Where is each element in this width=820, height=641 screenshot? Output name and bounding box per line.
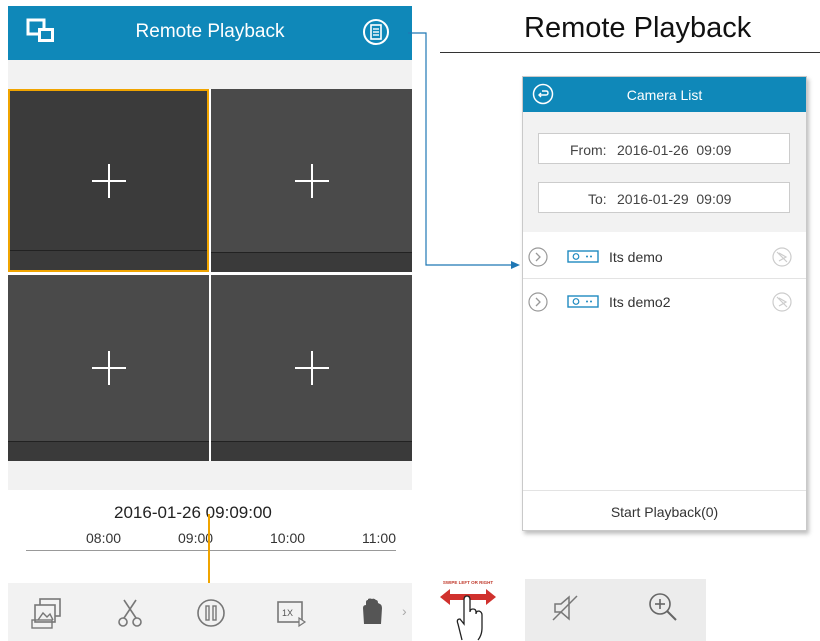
window-status-bar: [8, 441, 209, 461]
from-label: From:: [570, 142, 607, 158]
camera-list-title: Camera List: [626, 87, 703, 103]
window-status-bar: [211, 441, 412, 461]
mute-icon[interactable]: [551, 593, 579, 623]
page-title: Remote Playback: [135, 21, 285, 42]
plus-icon[interactable]: [91, 163, 126, 198]
section-title: Remote Playback: [524, 12, 752, 44]
extra-toolbar: [525, 579, 706, 641]
swipe-hand-icon: SWIPE LEFT OR RIGHT: [436, 578, 500, 641]
camera-icon: [567, 295, 599, 308]
zoom-in-icon[interactable]: [647, 591, 679, 623]
window-status-bar: [211, 252, 412, 272]
clip-icon[interactable]: [112, 596, 148, 630]
playback-toolbar: 1X ›: [8, 583, 412, 641]
from-date-field[interactable]: From: 2016-01-26 09:09: [538, 133, 790, 164]
list-icon[interactable]: [362, 18, 390, 46]
camera-list-header: Camera List: [523, 77, 806, 112]
timeline-tick: 11:00: [362, 530, 396, 546]
from-value: 2016-01-26 09:09: [617, 142, 732, 158]
plus-icon[interactable]: [294, 163, 329, 198]
timeline-current-time: 2016-01-26 09:09:00: [114, 503, 272, 522]
video-grid: [8, 89, 412, 461]
title-divider: [440, 52, 820, 53]
capture-icon[interactable]: [30, 596, 66, 630]
swipe-label: SWIPE LEFT OR RIGHT: [442, 580, 494, 585]
to-label: To:: [588, 191, 607, 207]
plus-icon[interactable]: [91, 351, 126, 385]
camera-list-item[interactable]: Its demo2: [523, 280, 806, 324]
video-window-4[interactable]: [211, 275, 412, 461]
chevron-right-icon[interactable]: ›: [402, 603, 407, 619]
camera-name: Its demo: [609, 249, 663, 265]
camera-list-item[interactable]: Its demo: [523, 235, 806, 279]
timeline-playhead[interactable]: [208, 514, 210, 584]
playback-timeline[interactable]: 2016-01-26 09:09:00 08:00 09:00 10:00 11…: [8, 490, 412, 584]
camera-name: Its demo2: [609, 294, 671, 310]
video-window-1[interactable]: [8, 89, 209, 272]
playback-toggle-icon[interactable]: [771, 246, 793, 268]
stop-icon[interactable]: [354, 596, 390, 630]
playback-toggle-icon[interactable]: [771, 291, 793, 313]
chevron-right-icon[interactable]: [528, 292, 548, 312]
camera-icon: [567, 250, 599, 263]
plus-icon[interactable]: [294, 351, 329, 385]
chevron-right-icon[interactable]: [528, 247, 548, 267]
timeline-tick: 10:00: [270, 530, 306, 546]
remote-playback-screen: Remote Playback 2016-01-26 09:09:00 08:0…: [8, 6, 412, 641]
svg-text:1X: 1X: [282, 608, 293, 618]
app-header: Remote Playback: [8, 6, 412, 60]
window-status-bar: [10, 250, 207, 270]
date-range-section: From: 2016-01-26 09:09 To: 2016-01-29 09…: [523, 112, 806, 232]
timeline-tick: 08:00: [86, 530, 122, 546]
swipe-arrows-icon: [440, 589, 496, 641]
pause-icon[interactable]: [193, 596, 229, 630]
timeline-axis: [26, 550, 396, 551]
camera-list-footer: Start Playback(0): [523, 490, 806, 530]
video-window-3[interactable]: [8, 275, 209, 461]
camera-list-panel: Camera List From: 2016-01-26 09:09 To: 2…: [522, 76, 807, 531]
speed-1x-icon[interactable]: 1X: [273, 596, 309, 630]
to-date-field[interactable]: To: 2016-01-29 09:09: [538, 182, 790, 213]
video-window-2[interactable]: [211, 89, 412, 272]
start-playback-button[interactable]: Start Playback(0): [523, 504, 806, 520]
to-value: 2016-01-29 09:09: [617, 191, 732, 207]
